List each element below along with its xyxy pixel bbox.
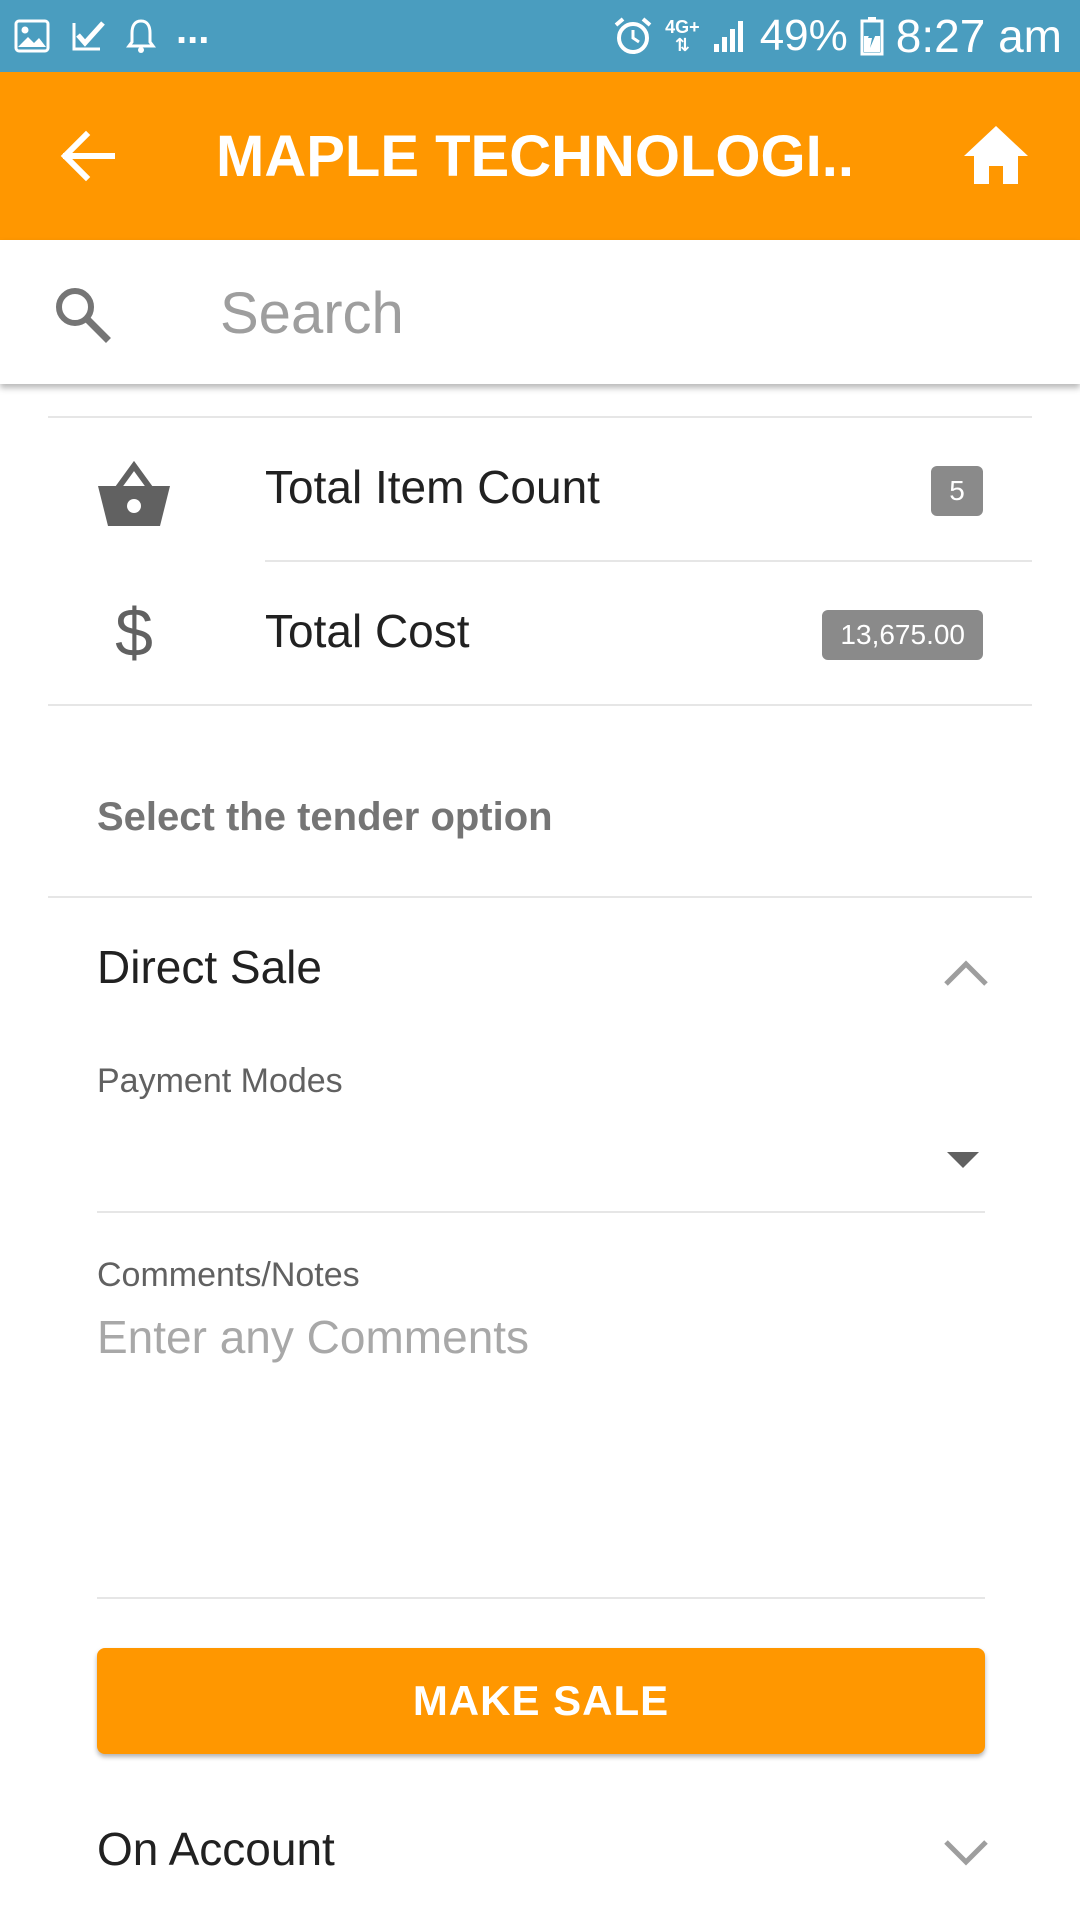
page-title: MAPLE TECHNOLOGI...	[216, 123, 856, 189]
svg-text:$: $	[115, 595, 153, 670]
status-bar: ... 4G+ ⇅ 49% 8:27 am	[0, 0, 1080, 72]
item-count-badge: 5	[931, 466, 983, 516]
make-sale-button[interactable]: MAKE SALE	[97, 1648, 985, 1754]
dollar-icon: $	[115, 595, 153, 670]
status-overflow: ...	[176, 8, 210, 52]
network-indicator: 4G+ ⇅	[665, 18, 700, 54]
status-bar-system: 4G+ ⇅ 49% 8:27 am	[613, 10, 1062, 62]
battery-icon	[860, 17, 884, 56]
on-account-title: On Account	[97, 1823, 335, 1875]
direct-sale-title: Direct Sale	[97, 941, 322, 993]
payment-modes-label: Payment Modes	[97, 1062, 343, 1100]
search-bar	[0, 240, 1080, 384]
divider	[48, 896, 1032, 898]
dropdown-arrow-icon	[947, 1152, 979, 1168]
bell-icon	[126, 19, 156, 53]
tender-heading: Select the tender option	[97, 795, 553, 839]
battery-percent: 49%	[759, 11, 848, 60]
total-cost-badge: 13,675.00	[822, 610, 983, 660]
alarm-icon	[614, 17, 652, 54]
gallery-icon	[14, 19, 50, 53]
comments-label: Comments/Notes	[97, 1256, 360, 1294]
clock: 8:27 am	[895, 10, 1062, 62]
search-icon[interactable]	[52, 284, 112, 344]
divider	[97, 1211, 985, 1213]
status-bar-notifications: ...	[14, 10, 209, 58]
total-cost-row: $ Total Cost 13,675.00	[0, 562, 1080, 704]
check-icon	[72, 21, 105, 51]
chevron-up-icon[interactable]	[940, 952, 992, 992]
signal-icon	[713, 21, 743, 52]
comments-field[interactable]	[97, 1310, 985, 1590]
basket-icon	[98, 460, 170, 526]
chevron-down-icon[interactable]	[940, 1832, 992, 1872]
total-item-count-label: Total Item Count	[265, 461, 600, 513]
network-type: 4G+	[665, 17, 700, 37]
total-item-count-row: Total Item Count 5	[0, 418, 1080, 560]
data-arrows-icon: ⇅	[674, 35, 690, 55]
app-bar: MAPLE TECHNOLOGI...	[0, 72, 1080, 240]
payment-modes-dropdown[interactable]	[97, 1110, 985, 1210]
divider	[48, 704, 1032, 706]
arrow-left-icon[interactable]	[52, 120, 124, 192]
home-icon[interactable]	[962, 122, 1030, 190]
search-input[interactable]	[218, 268, 1042, 358]
divider	[97, 1597, 985, 1599]
total-cost-label: Total Cost	[265, 605, 470, 657]
